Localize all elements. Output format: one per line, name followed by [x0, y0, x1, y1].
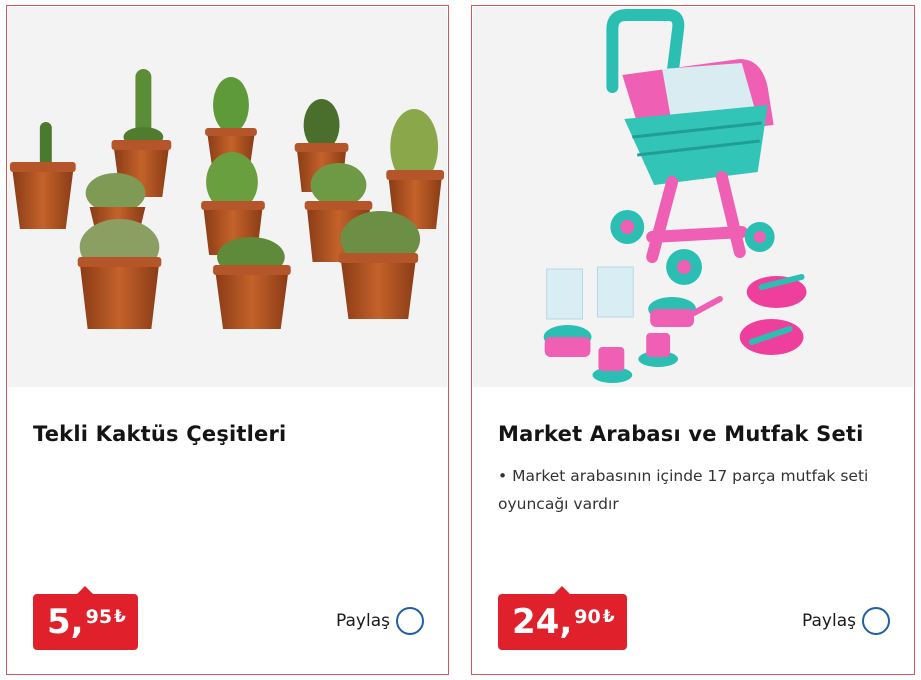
currency-symbol: ₺ — [114, 607, 126, 627]
product-title[interactable]: Market Arabası ve Mutfak Seti — [498, 422, 864, 446]
cactus-illustration — [9, 69, 445, 329]
currency-symbol: ₺ — [602, 607, 615, 627]
share-circle-icon[interactable] — [396, 607, 424, 635]
share-label[interactable]: Paylaş — [336, 611, 390, 631]
toy-cart-illustration — [543, 9, 807, 383]
price-main: 5 — [47, 602, 71, 642]
price-main: 24 — [512, 602, 560, 642]
price-decimal: 90 — [574, 606, 601, 628]
price-comma: , — [70, 602, 84, 642]
product-card-toy-cart[interactable]: Market Arabası ve Mutfak Seti • Market a… — [471, 5, 915, 675]
product-description: • Market arabasının içinde 17 parça mutf… — [498, 467, 869, 513]
product-image-toy-cart[interactable] — [473, 7, 913, 387]
price-decimal: 95 — [85, 606, 113, 628]
share-button[interactable]: Paylaş — [802, 607, 890, 635]
share-label[interactable]: Paylaş — [802, 611, 856, 631]
share-circle-icon[interactable] — [862, 607, 890, 635]
price-badge: 5, 95 ₺ — [33, 586, 138, 650]
share-button[interactable]: Paylaş — [336, 607, 424, 635]
product-image-cactus[interactable] — [8, 7, 447, 387]
product-card-cactus[interactable]: Tekli Kaktüs Çeşitleri 5, 95 ₺ Paylaş — [6, 5, 449, 675]
product-title[interactable]: Tekli Kaktüs Çeşitleri — [33, 422, 286, 446]
price-badge: 24, 90 ₺ — [498, 586, 627, 650]
price-comma: , — [559, 602, 573, 642]
